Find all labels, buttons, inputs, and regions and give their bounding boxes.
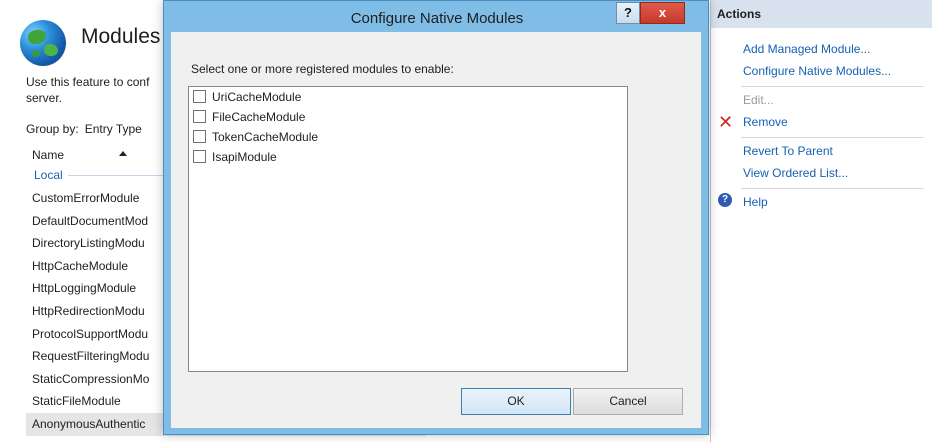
module-checkbox-item[interactable]: FileCacheModule	[193, 108, 305, 126]
configure-native-modules-dialog: Configure Native Modules ? x Select one …	[163, 0, 709, 435]
actions-separator	[741, 86, 924, 87]
cancel-button[interactable]: Cancel	[573, 388, 683, 415]
native-modules-listbox[interactable]: UriCacheModule FileCacheModule TokenCach…	[188, 86, 628, 372]
group-by-control[interactable]: Group by: Entry Type	[26, 122, 142, 136]
view-ordered-list-link[interactable]: View Ordered List...	[743, 166, 848, 180]
actions-separator	[741, 188, 924, 189]
dialog-prompt: Select one or more registered modules to…	[191, 62, 454, 76]
configure-native-modules-link[interactable]: Configure Native Modules...	[743, 64, 891, 78]
help-icon: ?	[718, 193, 732, 207]
page-title: Modules	[81, 25, 161, 48]
checkbox[interactable]	[193, 150, 206, 163]
group-by-label: Group by:	[26, 122, 79, 136]
checkbox[interactable]	[193, 110, 206, 123]
module-checkbox-item[interactable]: UriCacheModule	[193, 88, 301, 106]
group-by-value[interactable]: Entry Type	[85, 122, 142, 136]
actions-header: Actions	[711, 0, 932, 28]
edit-link[interactable]: Edit...	[743, 93, 774, 107]
close-button[interactable]: x	[640, 2, 685, 24]
checkbox[interactable]	[193, 130, 206, 143]
actions-pane: Actions Add Managed Module... Configure …	[710, 0, 932, 442]
actions-separator	[741, 137, 924, 138]
red-x-icon: ✕	[718, 112, 734, 132]
help-link[interactable]: Help	[743, 195, 768, 209]
sort-ascending-icon	[119, 151, 127, 156]
revert-to-parent-link[interactable]: Revert To Parent	[743, 144, 833, 158]
remove-link[interactable]: Remove	[743, 115, 788, 129]
dialog-client-area: Select one or more registered modules to…	[171, 32, 701, 428]
module-checkbox-item[interactable]: TokenCacheModule	[193, 128, 318, 146]
globe-icon	[20, 20, 66, 66]
module-checkbox-item[interactable]: IsapiModule	[193, 148, 277, 166]
help-button[interactable]: ?	[616, 2, 640, 24]
ok-button[interactable]: OK	[461, 388, 571, 415]
add-managed-module-link[interactable]: Add Managed Module...	[743, 42, 870, 56]
checkbox[interactable]	[193, 90, 206, 103]
